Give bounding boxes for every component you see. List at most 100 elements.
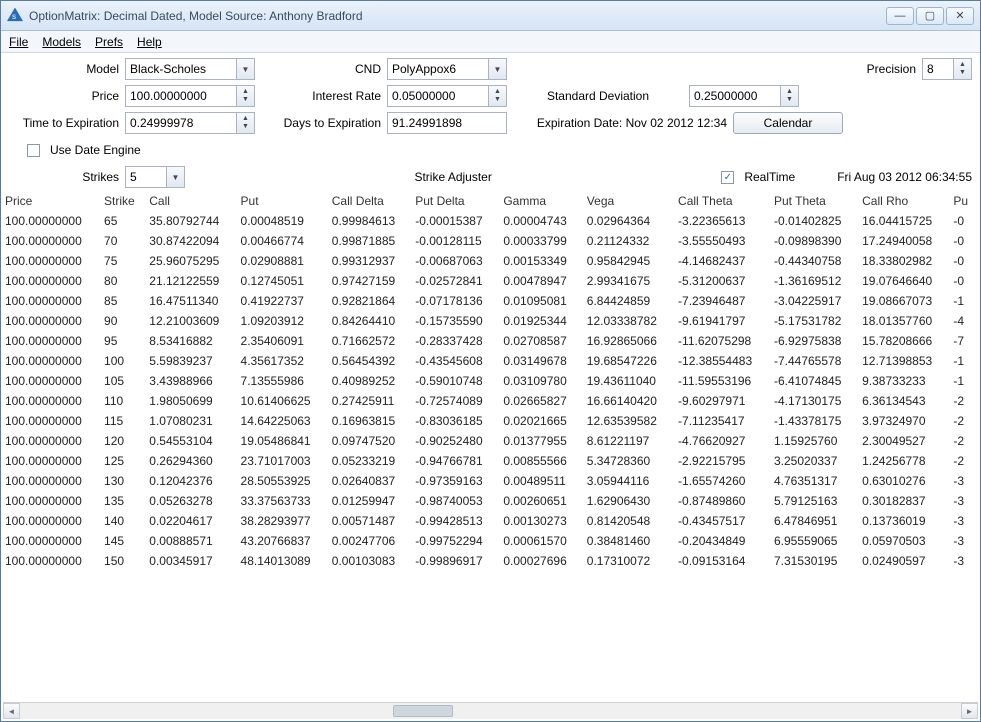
table-row[interactable]: 100.000000001400.0220461738.282939770.00… — [3, 511, 978, 531]
column-header[interactable]: Put — [239, 191, 330, 211]
precision-value: 8 — [927, 62, 934, 76]
column-header[interactable]: Call — [147, 191, 238, 211]
column-header[interactable]: Call Theta — [676, 191, 772, 211]
table-cell: -0.01402825 — [772, 211, 860, 231]
price-spinner[interactable]: 100.00000000 ▲▼ — [125, 85, 255, 107]
table-cell: -0.43545608 — [413, 351, 501, 371]
horizontal-scrollbar[interactable]: ◄ ► — [3, 702, 978, 719]
cnd-value: PolyAppox6 — [392, 62, 456, 76]
minimize-button[interactable]: — — [886, 7, 914, 25]
menubar: File Models Prefs Help — [1, 31, 980, 53]
scroll-right-arrow-icon[interactable]: ► — [961, 703, 978, 719]
data-grid: PriceStrikeCallPutCall DeltaPut DeltaGam… — [1, 191, 980, 702]
realtime-checkbox[interactable]: ✓ — [721, 171, 734, 184]
table-row[interactable]: 100.000000001053.439889667.135559860.409… — [3, 371, 978, 391]
table-cell: 2.35406091 — [239, 331, 330, 351]
table-row[interactable]: 100.00000000958.534168822.354060910.7166… — [3, 331, 978, 351]
table-cell: 0.00466774 — [239, 231, 330, 251]
table-cell: -0.00015387 — [413, 211, 501, 231]
table-cell: 5.59839237 — [147, 351, 238, 371]
menu-models[interactable]: Models — [42, 35, 81, 49]
scroll-left-arrow-icon[interactable]: ◄ — [3, 703, 20, 719]
table-row[interactable]: 100.000000001500.0034591748.140130890.00… — [3, 551, 978, 571]
table-row[interactable]: 100.000000008021.121225590.127450510.974… — [3, 271, 978, 291]
column-header[interactable]: Pu — [951, 191, 978, 211]
model-combo[interactable]: Black-Scholes ▼ — [125, 58, 255, 80]
table-cell: 6.84424859 — [585, 291, 676, 311]
column-header[interactable]: Call Delta — [330, 191, 413, 211]
table-cell: 75 — [102, 251, 147, 271]
table-cell: 1.24256778 — [860, 451, 951, 471]
usedate-checkbox[interactable] — [27, 144, 40, 157]
table-cell: 105 — [102, 371, 147, 391]
calendar-button[interactable]: Calendar — [733, 112, 843, 134]
menu-prefs[interactable]: Prefs — [95, 35, 123, 49]
table-cell: 12.21003609 — [147, 311, 238, 331]
table-row[interactable]: 100.000000001005.598392374.356173520.564… — [3, 351, 978, 371]
table-cell: 135 — [102, 491, 147, 511]
table-row[interactable]: 100.000000007525.960752950.029088810.993… — [3, 251, 978, 271]
table-cell: -3 — [951, 471, 978, 491]
interest-spinner[interactable]: 0.05000000 ▲▼ — [387, 85, 507, 107]
table-cell: 100.00000000 — [3, 431, 102, 451]
table-cell: -4.17130175 — [772, 391, 860, 411]
table-cell: 0.05263278 — [147, 491, 238, 511]
spinner-arrows-icon: ▲▼ — [780, 86, 798, 106]
precision-spinner[interactable]: 8 ▲▼ — [922, 58, 972, 80]
table-cell: 25.96075295 — [147, 251, 238, 271]
table-cell: -4.76620927 — [676, 431, 772, 451]
table-row[interactable]: 100.000000001250.2629436023.710170030.05… — [3, 451, 978, 471]
table-row[interactable]: 100.000000001151.0708023114.642250630.16… — [3, 411, 978, 431]
maximize-button[interactable]: ▢ — [916, 7, 944, 25]
table-cell: 115 — [102, 411, 147, 431]
table-row[interactable]: 100.000000006535.807927440.000485190.999… — [3, 211, 978, 231]
table-row[interactable]: 100.000000001101.9805069910.614066250.27… — [3, 391, 978, 411]
table-cell: -0.90252480 — [413, 431, 501, 451]
table-row[interactable]: 100.000000001450.0088857143.207668370.00… — [3, 531, 978, 551]
column-header[interactable]: Strike — [102, 191, 147, 211]
table-row[interactable]: 100.000000001300.1204237628.505539250.02… — [3, 471, 978, 491]
table-cell: 0.16963815 — [330, 411, 413, 431]
table-cell: 0.00247706 — [330, 531, 413, 551]
table-cell: 35.80792744 — [147, 211, 238, 231]
table-cell: -0.98740053 — [413, 491, 501, 511]
table-row[interactable]: 100.000000001350.0526327833.375637330.01… — [3, 491, 978, 511]
menu-help[interactable]: Help — [137, 35, 162, 49]
cnd-combo[interactable]: PolyAppox6 ▼ — [387, 58, 507, 80]
close-button[interactable]: ✕ — [946, 7, 974, 25]
table-cell: 0.00571487 — [330, 511, 413, 531]
table-cell: -0.00128115 — [413, 231, 501, 251]
table-cell: -1 — [951, 291, 978, 311]
table-cell: 5.34728360 — [585, 451, 676, 471]
table-cell: 100.00000000 — [3, 451, 102, 471]
table-cell: -9.60297971 — [676, 391, 772, 411]
table-cell: 1.98050699 — [147, 391, 238, 411]
column-header[interactable]: Vega — [585, 191, 676, 211]
table-cell: 0.02908881 — [239, 251, 330, 271]
strikes-combo[interactable]: 5 ▼ — [125, 166, 185, 188]
table-row[interactable]: 100.000000001200.5455310419.054868410.09… — [3, 431, 978, 451]
column-header[interactable]: Put Theta — [772, 191, 860, 211]
days-field[interactable]: 91.24991898 — [387, 112, 507, 134]
column-header[interactable]: Put Delta — [413, 191, 501, 211]
column-header[interactable]: Gamma — [501, 191, 584, 211]
table-cell: 1.15925760 — [772, 431, 860, 451]
table-cell: 0.40989252 — [330, 371, 413, 391]
table-cell: 0.00103083 — [330, 551, 413, 571]
table-cell: 0.00061570 — [501, 531, 584, 551]
scroll-thumb[interactable] — [393, 705, 453, 717]
table-cell: 100.00000000 — [3, 351, 102, 371]
table-row[interactable]: 100.000000009012.210036091.092039120.842… — [3, 311, 978, 331]
table-cell: 0.95842945 — [585, 251, 676, 271]
column-header[interactable]: Call Rho — [860, 191, 951, 211]
table-cell: 0.00027696 — [501, 551, 584, 571]
menu-file[interactable]: File — [9, 35, 28, 49]
table-cell: 6.36134543 — [860, 391, 951, 411]
column-header[interactable]: Price — [3, 191, 102, 211]
time-spinner[interactable]: 0.24999978 ▲▼ — [125, 112, 255, 134]
table-row[interactable]: 100.000000007030.874220940.004667740.998… — [3, 231, 978, 251]
table-cell: 12.63539582 — [585, 411, 676, 431]
table-row[interactable]: 100.000000008516.475113400.419227370.928… — [3, 291, 978, 311]
table-cell: -9.61941797 — [676, 311, 772, 331]
stddev-spinner[interactable]: 0.25000000 ▲▼ — [689, 85, 799, 107]
